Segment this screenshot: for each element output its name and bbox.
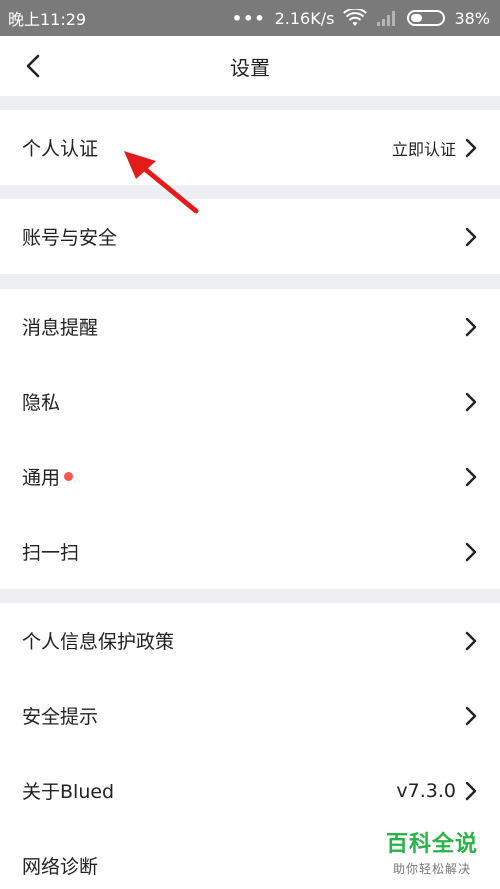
chevron-right-icon — [465, 706, 477, 725]
settings-row-account-security[interactable]: 账号与安全 — [0, 199, 500, 274]
battery-percent: 38% — [454, 8, 490, 28]
watermark-title: 百科全说 — [385, 832, 478, 857]
chevron-right-icon — [465, 392, 477, 411]
battery-icon — [407, 10, 446, 26]
section-divider — [0, 589, 500, 604]
status-indicators: ••• 2.16K/s 38% — [232, 9, 490, 28]
row-label: 账号与安全 — [22, 227, 118, 249]
settings-row-privacy-policy[interactable]: 个人信息保护政策 — [0, 603, 500, 678]
chevron-right-icon — [465, 317, 477, 336]
settings-row-about[interactable]: 关于Blued v7.3.0 — [0, 753, 500, 828]
watermark-subtitle: 助你轻松解决 — [392, 862, 471, 876]
chevron-right-icon — [465, 467, 477, 486]
row-label: 消息提醒 — [22, 317, 99, 339]
status-bar: 晚上11:29 ••• 2.16K/s 38% — [0, 0, 500, 36]
status-dots: ••• — [231, 8, 266, 28]
page-title: 设置 — [230, 55, 270, 80]
settings-row-personal-verification[interactable]: 个人认证 立即认证 — [0, 110, 500, 185]
wifi-icon — [343, 9, 368, 26]
watermark-logo: 百科全说 助你轻松解决 — [372, 826, 492, 877]
chevron-right-icon — [465, 631, 477, 650]
row-label: 隐私 — [22, 392, 61, 414]
row-label: 网络诊断 — [22, 856, 99, 878]
section-divider — [0, 185, 500, 200]
app-header: 设置 — [0, 36, 500, 96]
status-time: 晚上11:29 — [8, 10, 87, 29]
chevron-right-icon — [465, 227, 477, 246]
row-label: 安全提示 — [22, 706, 99, 728]
chevron-right-icon — [465, 138, 477, 157]
settings-row-safety-tips[interactable]: 安全提示 — [0, 678, 500, 753]
settings-row-notifications[interactable]: 消息提醒 — [0, 289, 500, 364]
network-speed: 2.16K/s — [274, 8, 335, 28]
signal-icon — [377, 11, 396, 26]
notification-dot — [64, 472, 74, 481]
chevron-left-icon[interactable] — [20, 52, 48, 80]
section-divider — [0, 96, 500, 111]
row-label: 扫一扫 — [22, 542, 80, 564]
settings-row-privacy[interactable]: 隐私 — [0, 364, 500, 439]
chevron-right-icon — [465, 781, 477, 800]
section-divider — [0, 274, 500, 289]
settings-row-scan[interactable]: 扫一扫 — [0, 514, 500, 589]
row-label: 关于Blued — [22, 781, 115, 803]
annotation-arrow-icon — [124, 151, 199, 214]
row-label: 通用 — [22, 467, 61, 489]
row-label: 个人认证 — [22, 138, 99, 160]
app-version: v7.3.0 — [396, 779, 456, 802]
chevron-right-icon — [465, 542, 477, 561]
settings-row-general[interactable]: 通用 — [0, 439, 500, 514]
row-value: 立即认证 — [391, 139, 456, 159]
row-label: 个人信息保护政策 — [22, 631, 175, 653]
